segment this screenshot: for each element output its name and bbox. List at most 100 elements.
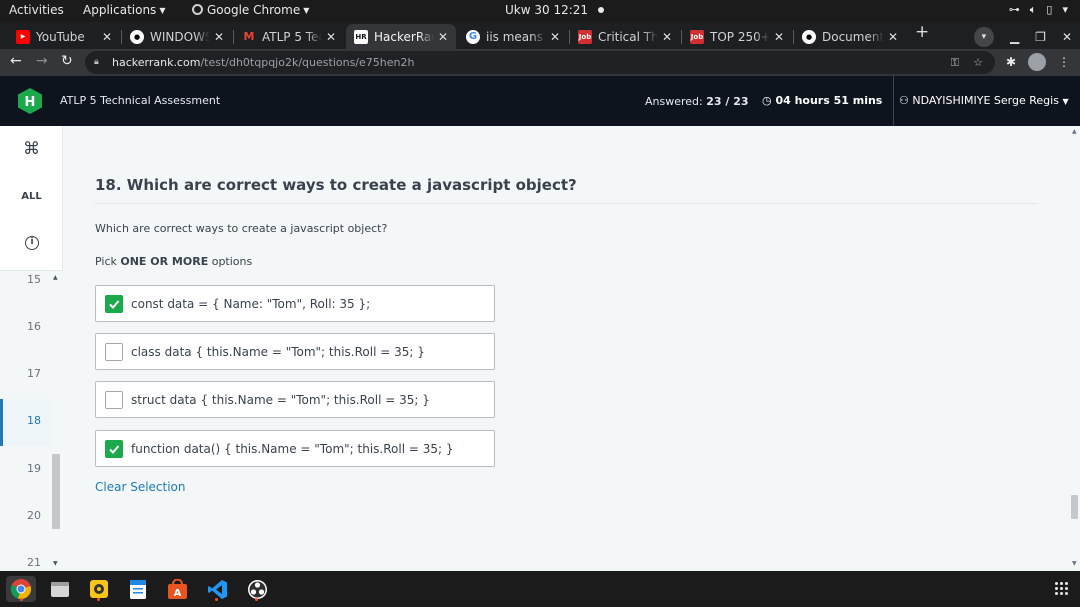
tab-label: WINDOWS [150,29,210,44]
dock-obs[interactable] [244,576,270,602]
system-status-area[interactable]: ⊶ 🔈︎ ▯ ▾ [1009,3,1068,17]
minimize-icon[interactable]: ▁ [1010,30,1019,44]
profile-avatar[interactable] [1028,53,1046,71]
checkbox-checked[interactable] [105,440,123,458]
checkbox-checked[interactable] [105,295,123,313]
youtube-icon: ▶ [16,29,30,44]
dock-writer[interactable] [125,576,151,602]
tab-top-250[interactable]: Job TOP 250+ A ✕ [682,24,792,49]
checkbox-unchecked[interactable] [105,391,123,409]
all-questions-button[interactable]: ALL [0,191,63,202]
question-number-21[interactable]: 21 [0,556,52,571]
address-bar[interactable]: 🔒︎ hackerrank.com/test/dh0tqpqjo2k/quest… [85,51,995,74]
logo-letter: H [25,95,36,110]
tab-label: Document [822,29,884,44]
option-1[interactable]: const data = { Name: "Tom", Roll: 35 }; [95,285,495,322]
close-icon[interactable]: ✕ [326,30,336,44]
close-icon[interactable]: ✕ [214,30,224,44]
pick-bold: ONE OR MORE [120,255,209,268]
url-domain: hackerrank.com [112,56,201,69]
scroll-up-arrow-icon[interactable]: ▲ [1072,128,1077,135]
extensions-puzzle-icon[interactable]: ✱ [1006,55,1016,69]
tab-hackerrank[interactable]: HR HackerRank ✕ [346,24,456,49]
tab-label: TOP 250+ A [710,29,770,44]
network-icon: ⊶ [1008,3,1020,16]
pick-suffix: options [208,255,253,268]
reload-icon[interactable]: ↻ [61,53,73,69]
close-icon[interactable]: ✕ [438,30,448,44]
chrome-icon [192,4,203,15]
tab-youtube[interactable]: ▶ YouTube ✕ [8,24,120,49]
pick-prefix: Pick [95,255,121,268]
checkbox-unchecked[interactable] [105,343,123,361]
app-menu-label: Google Chrome [207,3,301,17]
close-icon[interactable]: ✕ [774,30,784,44]
close-icon[interactable]: ✕ [102,30,112,44]
new-tab-plus-icon[interactable]: + [915,22,929,42]
answered-counter: Answered: 23 / 23 [645,95,749,108]
rail-scrollbar[interactable] [52,454,60,529]
dock-files[interactable] [47,576,73,602]
bookmark-star-icon[interactable]: ☆ [973,51,983,74]
tab-atlp-gmail[interactable]: M ATLP 5 Technical ✕ [234,24,344,49]
volume-icon: 🔈︎ [1029,3,1037,16]
tab-label: ATLP 5 Technical [262,29,322,44]
option-2[interactable]: class data { this.Name = "Tom"; this.Rol… [95,333,495,370]
back-arrow-icon[interactable]: ← [10,53,22,69]
header-divider [893,76,894,126]
dock-rhythmbox[interactable] [86,576,112,602]
applications-menu[interactable]: Applications ▼ [83,3,165,17]
scroll-down-arrow-icon[interactable]: ▼ [53,560,58,567]
question-number-19[interactable]: 19 [0,462,52,509]
chevron-down-icon: ▾ [1062,3,1068,16]
timer-value: 04 hours 51 mins [775,94,883,107]
question-number-15[interactable]: 15 [0,273,52,320]
user-name: NDAYISHIMIYE Serge Regis [912,94,1059,107]
tab-document[interactable]: ● Document ✕ [794,24,906,49]
scroll-up-arrow-icon[interactable]: ▲ [53,274,58,281]
more-menu-icon[interactable]: ⋮ [1058,55,1070,69]
dock-vscode[interactable] [204,576,230,602]
clear-selection-link[interactable]: Clear Selection [95,480,186,494]
close-icon[interactable]: ✕ [662,30,672,44]
app-menu[interactable]: Google Chrome ▼ [192,3,309,17]
dock-chrome[interactable] [6,576,36,602]
info-icon[interactable]: i [25,236,39,250]
hackerrank-logo-icon[interactable]: H [18,88,42,114]
key-icon[interactable]: ⚿ [951,51,959,74]
user-icon: ⚇ [899,94,909,107]
music-player-icon [90,580,108,598]
scroll-down-arrow-icon[interactable]: ▼ [1072,560,1077,567]
command-icon[interactable]: ⌘ [0,139,63,159]
tab-google-search[interactable]: G iis means in ✕ [458,24,568,49]
tab-windows[interactable]: ● WINDOWS ✕ [122,24,232,49]
activities-button[interactable]: Activities [9,3,64,17]
option-3[interactable]: struct data { this.Name = "Tom"; this.Ro… [95,381,495,418]
tab-critical-thinking[interactable]: Job Critical Thinking ✕ [570,24,680,49]
lock-icon[interactable]: 🔒︎ [94,51,99,74]
page-scrollbar[interactable]: ▲ ▼ [1069,126,1080,571]
document-writer-icon [130,579,146,599]
show-applications-grid-icon[interactable] [1055,582,1068,595]
question-number-18[interactable]: 18 [0,399,52,446]
assessment-title: ATLP 5 Technical Assessment [60,94,221,107]
clock[interactable]: Ukw 30 12:21 [505,3,605,17]
url-path: /test/dh0tqpqjo2k/questions/e75hen2h [200,56,415,69]
close-icon[interactable]: ✕ [550,30,560,44]
user-menu[interactable]: ⚇ NDAYISHIMIYE Serge Regis ▼ [899,94,1069,107]
tab-search-chevron-icon[interactable]: ▾ [973,27,994,47]
option-text: const data = { Name: "Tom", Roll: 35 }; [131,297,371,311]
obs-icon [247,579,267,599]
close-window-icon[interactable]: ✕ [1062,30,1072,44]
dock-software-center[interactable]: A [164,576,190,602]
option-4[interactable]: function data() { this.Name = "Tom"; thi… [95,430,495,467]
battery-icon: ▯ [1046,3,1053,16]
scrollbar-thumb[interactable] [1071,495,1078,519]
close-icon[interactable]: ✕ [888,30,898,44]
maximize-icon[interactable]: ❐ [1035,30,1046,44]
question-number-16[interactable]: 16 [0,320,52,367]
running-indicator [97,598,100,601]
forward-arrow-icon[interactable]: → [36,53,48,69]
question-number-20[interactable]: 20 [0,509,52,556]
running-indicator [215,598,218,601]
